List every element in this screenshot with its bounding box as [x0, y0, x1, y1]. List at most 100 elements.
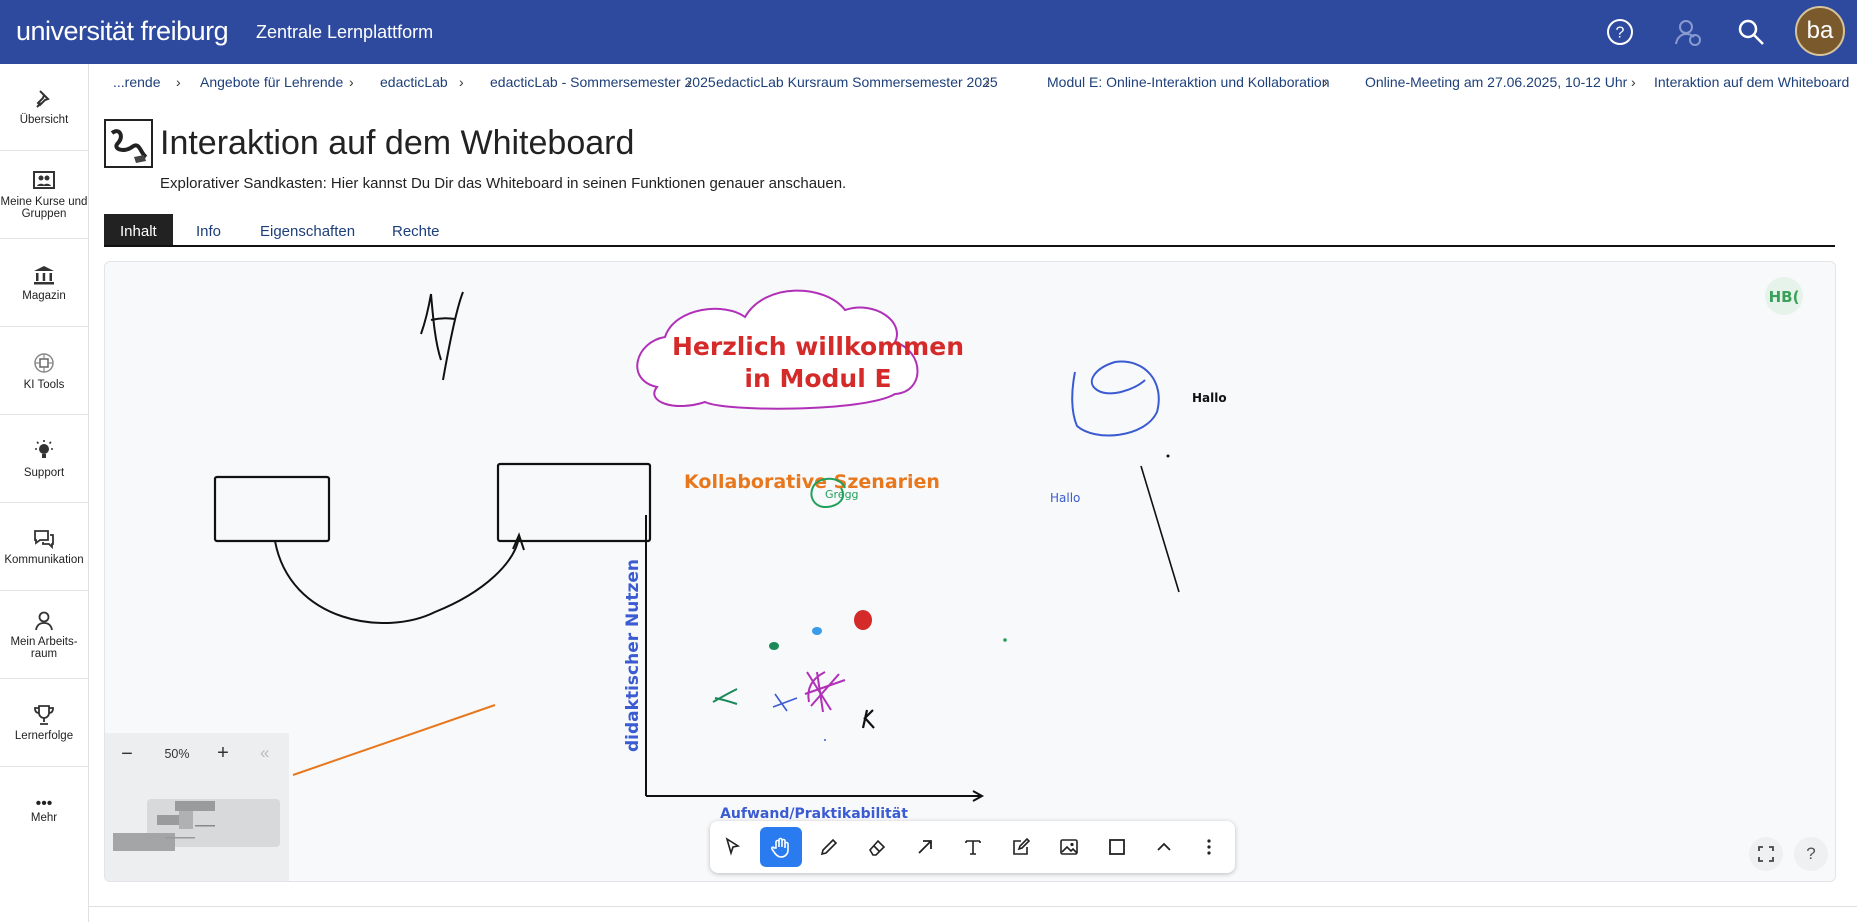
purple-star: [804, 671, 846, 713]
sidebar-item-mehr[interactable]: ••• Mehr: [0, 768, 88, 855]
blue-dot: [812, 627, 822, 635]
breadcrumb-item[interactable]: ...rende: [113, 74, 160, 90]
breadcrumb-item[interactable]: edacticLab - Sommersemester 2025: [490, 74, 716, 90]
hallo-black: Hallo: [1192, 391, 1227, 405]
sidebar-item-label: Meine Kurse und Gruppen: [0, 196, 88, 220]
fullscreen-icon: [1758, 846, 1774, 862]
platform-name[interactable]: Zentrale Lernplattform: [256, 22, 433, 43]
red-dot: [854, 610, 872, 630]
chevron-right-icon: ›: [985, 74, 990, 90]
whiteboard-canvas[interactable]: Herzlich willkommen in Modul E Kollabora…: [104, 261, 1836, 882]
tab-rechte[interactable]: Rechte: [376, 214, 456, 245]
help-button[interactable]: ?: [1794, 837, 1828, 871]
black-k-mark: [861, 709, 875, 729]
note-edit-icon: [1013, 837, 1031, 855]
black-dot: [1166, 454, 1170, 458]
trophy-icon: [34, 705, 54, 725]
avatar[interactable]: ba: [1795, 6, 1845, 56]
kebab-menu-icon: [1207, 839, 1211, 855]
user-status-icon[interactable]: [1670, 14, 1706, 50]
search-icon[interactable]: [1733, 14, 1769, 50]
overflow-tool[interactable]: [1188, 827, 1230, 867]
pin-icon: [36, 90, 50, 108]
breadcrumb-item[interactable]: Interaktion auf dem Whiteboard: [1654, 74, 1849, 90]
breadcrumb-item[interactable]: edacticLab Kursraum Sommersemester 2025: [716, 74, 998, 90]
hand-icon: [770, 837, 789, 858]
pen-tool[interactable]: [808, 827, 850, 867]
hallo-blue: Hallo: [1050, 491, 1080, 505]
chevron-right-icon: ›: [1631, 74, 1636, 90]
minimap-preview: [113, 801, 215, 851]
curved-arrow: [274, 536, 520, 624]
fullscreen-button[interactable]: [1749, 837, 1783, 871]
breadcrumb-item[interactable]: Modul E: Online-Interaktion und Kollabor…: [1047, 74, 1330, 90]
tab-info[interactable]: Info: [180, 214, 237, 245]
rectangle-right: [496, 462, 652, 543]
chevron-right-icon: ›: [349, 74, 354, 90]
text-tool[interactable]: [952, 827, 994, 867]
hand-tool[interactable]: [760, 827, 802, 867]
museum-icon: [34, 266, 54, 285]
sidebar-item-kommunikation[interactable]: Kommunikation: [0, 504, 88, 591]
blue-cross: [772, 693, 798, 712]
chevron-right-icon: ›: [687, 74, 692, 90]
sidebar-item-ki-tools[interactable]: KI Tools: [0, 328, 88, 415]
chevron-right-icon: ›: [459, 74, 464, 90]
whiteboard-drawing[interactable]: Herzlich willkommen in Modul E Kollabora…: [105, 262, 1836, 882]
green-cross: [712, 688, 738, 705]
page-description: Explorativer Sandkasten: Hier kannst Du …: [160, 175, 847, 192]
black-line-stroke: [1140, 465, 1180, 593]
tab-eigenschaften[interactable]: Eigenschaften: [244, 214, 371, 245]
tab-inhalt[interactable]: Inhalt: [104, 214, 173, 245]
more-icon: •••: [35, 794, 53, 812]
svg-text:?: ?: [1616, 25, 1625, 42]
cloud-text-line-2: in Modul E: [744, 364, 891, 393]
user-badge: HB(: [1769, 288, 1800, 306]
sidebar-item-uebersicht[interactable]: Übersicht: [0, 64, 88, 151]
help-icon[interactable]: ?: [1602, 14, 1638, 50]
page-title: Interaktion auf dem Whiteboard: [160, 124, 635, 162]
select-tool[interactable]: [712, 827, 754, 867]
blue-loop-scribble: [1071, 360, 1160, 437]
sidebar-item-label: Kommunikation: [4, 554, 84, 566]
handwritten-h-stroke: [420, 291, 464, 381]
sidebar-item-support[interactable]: Support: [0, 416, 88, 503]
image-icon: [1060, 839, 1078, 855]
sidebar: Übersicht Meine Kurse und Gruppen Magazi…: [0, 64, 89, 922]
breadcrumb-item[interactable]: Online-Meeting am 27.06.2025, 10-12 Uhr: [1365, 74, 1627, 90]
arrow-icon: [918, 840, 932, 854]
sidebar-item-arbeitsraum[interactable]: Mein Arbeits-raum: [0, 592, 88, 679]
shape-tool[interactable]: [1096, 827, 1138, 867]
sidebar-item-label: Übersicht: [19, 114, 69, 126]
image-tool[interactable]: [1048, 827, 1090, 867]
breadcrumb-item[interactable]: edacticLab: [380, 74, 448, 90]
cloud-text-line-1: Herzlich willkommen: [672, 332, 964, 361]
breadcrumb-item[interactable]: Angebote für Lehrende: [200, 74, 343, 90]
chevron-right-icon: ›: [176, 74, 181, 90]
square-icon: [1109, 839, 1125, 855]
rectangle-left: [213, 475, 331, 543]
small-green-label: Gregg: [825, 488, 859, 501]
sidebar-item-label: Support: [23, 467, 65, 479]
group-icon: [33, 171, 55, 189]
more-shapes-tool[interactable]: [1143, 827, 1185, 867]
sidebar-item-lernerfolge[interactable]: Lernerfolge: [0, 680, 88, 767]
chevron-right-icon: ›: [1323, 74, 1328, 90]
note-tool[interactable]: [1000, 827, 1042, 867]
small-green-dot: [1003, 638, 1007, 642]
sidebar-item-magazin[interactable]: Magazin: [0, 240, 88, 327]
university-logo[interactable]: universität freiburg: [16, 16, 229, 47]
navigation-panel: − 50% + «: [105, 733, 289, 881]
arrow-tool[interactable]: [904, 827, 946, 867]
eraser-tool[interactable]: [856, 827, 898, 867]
sidebar-item-label: Mein Arbeits-raum: [10, 636, 78, 660]
orange-line: [292, 704, 496, 776]
drawing-toolbar: [710, 821, 1235, 873]
person-icon: [35, 611, 53, 631]
sidebar-item-label: Lernerfolge: [14, 730, 74, 742]
tiny-blue-dot: [824, 739, 826, 741]
bulb-icon: [35, 440, 53, 458]
sidebar-item-kurse[interactable]: Meine Kurse und Gruppen: [0, 152, 88, 239]
sidebar-item-label: Mehr: [30, 811, 58, 824]
x-axis-label: Aufwand/Praktikabilität: [720, 806, 908, 822]
